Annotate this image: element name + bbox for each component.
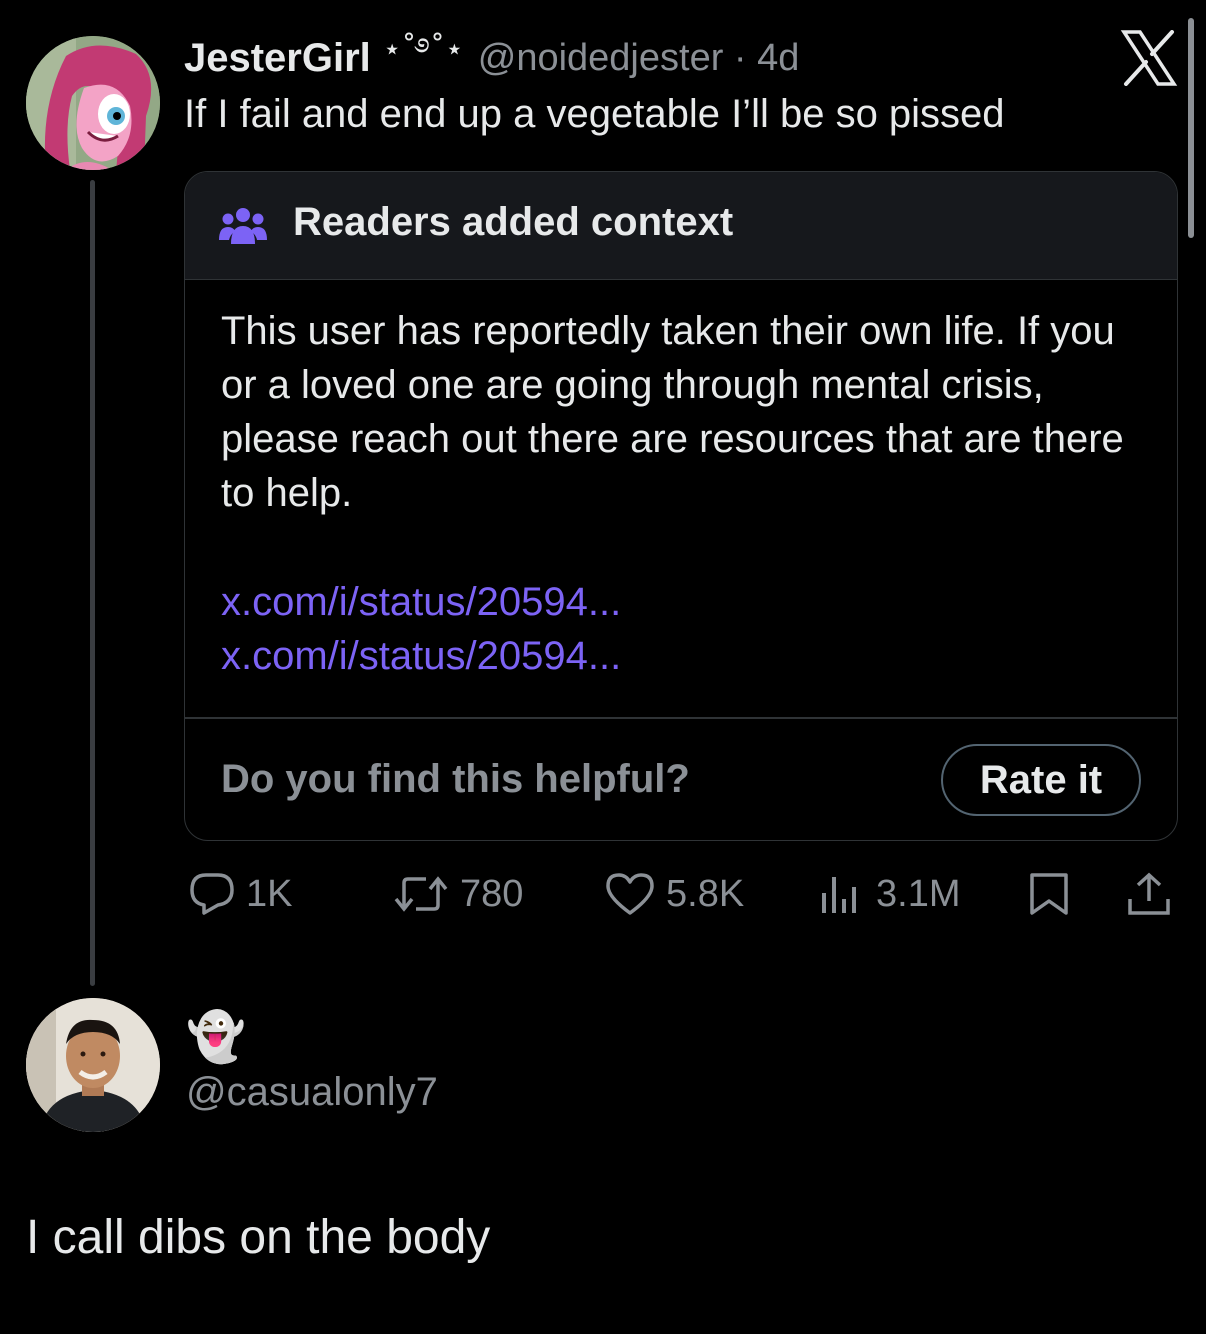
scrollbar[interactable] [1188, 18, 1194, 238]
helpful-prompt: Do you find this helpful? [221, 757, 690, 801]
note-header[interactable]: Readers added context [185, 172, 1177, 280]
tweet-text: If I fail and end up a vegetable I’ll be… [184, 92, 1005, 136]
note-source-link[interactable]: x.com/i/status/20594... [221, 634, 621, 679]
author-handle-timestamp[interactable]: @noidedjester · 4d [478, 37, 800, 80]
bookmark-icon [1030, 873, 1068, 915]
heart-icon [606, 873, 654, 915]
x-logo-icon [1120, 30, 1178, 86]
note-body-text: This user has reportedly taken their own… [221, 309, 1124, 515]
reply-author-avatar[interactable] [26, 998, 160, 1132]
reply-action[interactable]: 1K [188, 866, 292, 922]
repost-action[interactable]: 780 [392, 866, 523, 922]
bookmark-button[interactable] [1026, 866, 1082, 922]
note-divider [185, 717, 1177, 719]
author-avatar[interactable] [26, 36, 160, 170]
views-bar-chart-icon [822, 877, 856, 913]
people-group-icon [219, 208, 267, 244]
repost-icon [394, 876, 448, 912]
reply-display-name[interactable]: 👻 [186, 1008, 246, 1065]
share-icon [1128, 872, 1170, 915]
note-source-link[interactable]: x.com/i/status/20594... [221, 580, 621, 625]
like-count: 5.8K [666, 872, 745, 915]
reply-author-handle[interactable]: @casualonly7 [186, 1070, 438, 1115]
thread-connector-line [90, 180, 95, 986]
community-note-card: Readers added context This user has repo… [184, 171, 1178, 841]
tweet-header: JesterGirl ⋆˚࿔˚⋆ @noidedjester · 4d [184, 32, 799, 84]
note-title: Readers added context [293, 200, 734, 244]
reply-tweet-text: I call dibs on the body [26, 1211, 491, 1264]
like-action[interactable]: 5.8K [604, 866, 744, 922]
view-count: 3.1M [876, 872, 961, 915]
author-display-name[interactable]: JesterGirl [184, 36, 371, 81]
views-action[interactable]: 3.1M [818, 866, 960, 922]
rate-it-button[interactable]: Rate it [941, 744, 1141, 816]
reply-count: 1K [246, 872, 293, 915]
name-decoration: ⋆˚࿔˚⋆ [382, 32, 464, 67]
reply-icon [190, 873, 234, 915]
share-button[interactable] [1126, 866, 1182, 922]
repost-count: 780 [460, 872, 524, 915]
